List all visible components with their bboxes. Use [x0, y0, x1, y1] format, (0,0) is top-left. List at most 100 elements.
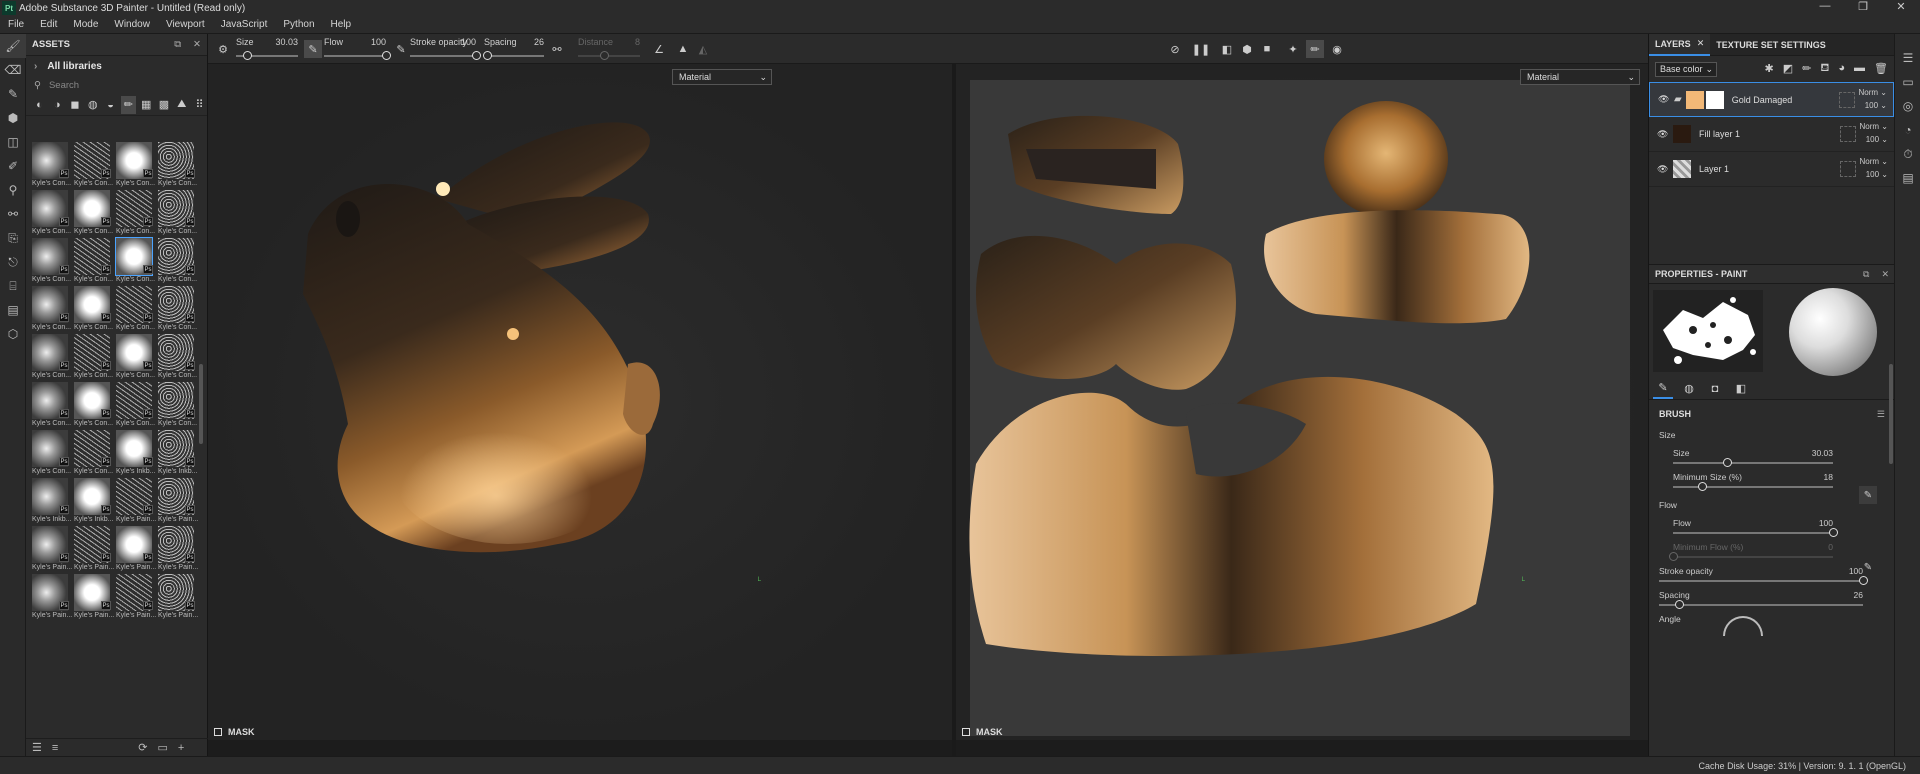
asset-tile[interactable]: Ps Kyle's Con... [72, 142, 113, 190]
filter-alphas-icon[interactable]: ▩ [157, 96, 172, 114]
menu-mode[interactable]: Mode [65, 19, 106, 30]
properties-scrollbar[interactable] [1889, 364, 1893, 464]
min-size-knob[interactable] [1697, 482, 1707, 491]
asset-tile[interactable]: Ps Kyle's Inkb... [72, 478, 113, 526]
add-fill-layer-icon[interactable]: ⛾ [1820, 62, 1829, 76]
filter-smart-materials-icon[interactable]: ◑ [50, 96, 65, 114]
asset-tile[interactable]: Ps Kyle's Pain... [30, 526, 72, 574]
preset-list-icon[interactable]: ☰ [1877, 409, 1885, 420]
min-size-slider[interactable]: Minimum Size (%) 18 [1673, 470, 1833, 494]
layer-opacity[interactable]: 100 [1865, 101, 1878, 110]
asset-tile[interactable]: Ps Kyle's Con... [30, 382, 71, 430]
asset-tile[interactable]: Ps Kyle's Pain... [156, 478, 198, 526]
layer-mask-slot[interactable] [1840, 126, 1856, 142]
asset-tile[interactable]: Ps Kyle's Pain... [156, 526, 198, 574]
pen-pressure-flow-icon[interactable]: ✎ [392, 40, 410, 58]
min-flow-knob[interactable] [1669, 552, 1678, 561]
add-paint-layer-icon[interactable]: ✏ [1802, 62, 1811, 76]
layers-panel-icon[interactable]: ☰ [1895, 46, 1920, 70]
asset-tile[interactable]: Ps Kyle's Con... [30, 334, 71, 382]
export-icon[interactable]: ⎋ [0, 250, 26, 274]
visibility-eye-icon[interactable]: 👁 [1657, 164, 1669, 175]
add-mask-icon[interactable]: ◩ [1783, 62, 1793, 76]
spacing-knob[interactable] [1675, 600, 1685, 609]
asset-tile[interactable]: Ps Kyle's Con... [114, 382, 155, 430]
spacing-slider[interactable]: Spacing 26 [1659, 588, 1863, 612]
asset-tile[interactable]: Ps Kyle's Con... [114, 142, 155, 190]
close-icon[interactable]: ✕ [1697, 38, 1705, 49]
bookmark-icon[interactable]: ▤ [0, 298, 26, 322]
asset-tile[interactable]: Ps Kyle's Con... [72, 334, 113, 382]
viewport-2d[interactable]: Material ⌄ └ MASK [956, 64, 1648, 740]
undock-icon[interactable]: ⧉ [174, 39, 181, 50]
menu-file[interactable]: File [0, 19, 32, 30]
asset-tile[interactable]: Ps Kyle's Con... [72, 382, 113, 430]
light-icon[interactable]: ✦ [1284, 40, 1302, 58]
tool-settings-icon[interactable]: ⚙ [214, 40, 232, 58]
asset-tile[interactable]: Ps Kyle's Con... [30, 286, 71, 334]
ctx-spacing-control[interactable]: Spacing 26 [483, 37, 544, 60]
layer-mask-slot[interactable] [1840, 161, 1856, 177]
eraser-icon[interactable]: ⌫ [0, 58, 26, 82]
layer-opacity[interactable]: 100 [1866, 135, 1879, 144]
menu-help[interactable]: Help [323, 19, 360, 30]
close-button[interactable]: ✕ [1882, 0, 1920, 13]
layer-row[interactable]: 👁 Fill layer 1 Norm ⌄ 100 ⌄ [1649, 117, 1894, 152]
log-icon[interactable]: ▤ [1895, 166, 1920, 190]
asset-tile[interactable]: Ps Kyle's Con... [72, 286, 113, 334]
asset-tile[interactable]: Ps Kyle's Con... [114, 237, 155, 286]
split-view-icon[interactable]: ◧ [1218, 40, 1236, 58]
add-group-icon[interactable]: ▬ [1854, 62, 1865, 76]
flow-knob[interactable] [1829, 528, 1838, 537]
mask-toggle-3d[interactable]: MASK [214, 724, 255, 740]
delete-layer-icon[interactable]: 🗑 [1874, 62, 1888, 76]
ctx-size-control[interactable]: Size 30.03 [236, 37, 298, 60]
asset-tile[interactable]: Ps Kyle's Con... [30, 190, 71, 238]
lazy-mouse-icon[interactable]: ⚯ [548, 40, 566, 58]
assets-scrollbar[interactable] [199, 364, 203, 444]
angle-dial[interactable] [1723, 616, 1763, 636]
maximize-button[interactable]: ❐ [1844, 0, 1882, 13]
refresh-icon[interactable]: ⟳ [138, 741, 147, 754]
asset-tile[interactable]: Ps Kyle's Con... [156, 286, 197, 334]
add-smart-material-icon[interactable]: ◕ [1838, 62, 1845, 76]
ctx-stroke-opacity-control[interactable]: Stroke opacity 100 [410, 37, 481, 60]
pen-pressure-size-icon[interactable]: ✎ [304, 40, 322, 58]
display-settings-icon[interactable]: ◎ [1895, 94, 1920, 118]
asset-tile[interactable]: Ps Kyle's Con... [72, 238, 113, 286]
mask-checkbox-2d[interactable] [962, 728, 970, 736]
asset-tile[interactable]: Ps Kyle's Con... [156, 238, 197, 286]
bake-icon[interactable]: ⎘ [0, 226, 26, 250]
asset-tile[interactable]: Ps Kyle's Con... [30, 238, 71, 286]
angle-icon[interactable]: ∠ [650, 40, 668, 58]
asset-tile[interactable]: Ps Kyle's Con... [72, 190, 113, 238]
filter-masks-icon[interactable]: ◼ [68, 96, 83, 114]
tab-layers[interactable]: LAYERS ✕ [1649, 33, 1711, 56]
stencil-tab-icon[interactable]: ◘ [1705, 379, 1725, 399]
history-panel-icon[interactable]: ⏱ [1895, 142, 1920, 166]
asset-tile[interactable]: Ps Kyle's Con... [30, 430, 71, 478]
polygon-fill-icon[interactable]: ⚯ [0, 202, 26, 226]
ctx-spacing-knob[interactable] [483, 51, 492, 60]
alpha-tab-icon[interactable]: ◧ [1731, 379, 1751, 399]
menu-python[interactable]: Python [275, 19, 322, 30]
symmetry-options-icon[interactable]: ◭ [694, 40, 712, 58]
stroke-opacity-knob[interactable] [1859, 576, 1868, 585]
sort-icon[interactable]: ☰ [32, 741, 42, 754]
shader-settings-icon[interactable]: ◔ [1895, 118, 1920, 142]
screenshot-icon[interactable]: ◉ [1328, 40, 1346, 58]
ctx-distance-knob[interactable] [600, 51, 609, 60]
folder-icon[interactable]: ▭ [158, 741, 168, 754]
menu-viewport[interactable]: Viewport [158, 19, 213, 30]
layer-mask-slot[interactable] [1839, 92, 1855, 108]
asset-tile[interactable]: Ps Kyle's Con... [30, 142, 71, 190]
history-icon[interactable]: ⌸ [0, 274, 26, 298]
asset-tile[interactable]: Ps Kyle's Pain... [72, 526, 114, 574]
ctx-flow-control[interactable]: Flow 100 [324, 37, 391, 60]
asset-tile[interactable]: Ps Kyle's Inkb... [114, 430, 155, 478]
asset-tile[interactable]: Ps Kyle's Pain... [72, 574, 114, 622]
asset-tile[interactable]: Ps Kyle's Pain... [114, 478, 156, 526]
filter-generators-icon[interactable]: ◒ [103, 96, 118, 114]
asset-tile[interactable]: Ps Kyle's Con... [114, 334, 155, 382]
layer-opacity[interactable]: 100 [1866, 170, 1879, 179]
